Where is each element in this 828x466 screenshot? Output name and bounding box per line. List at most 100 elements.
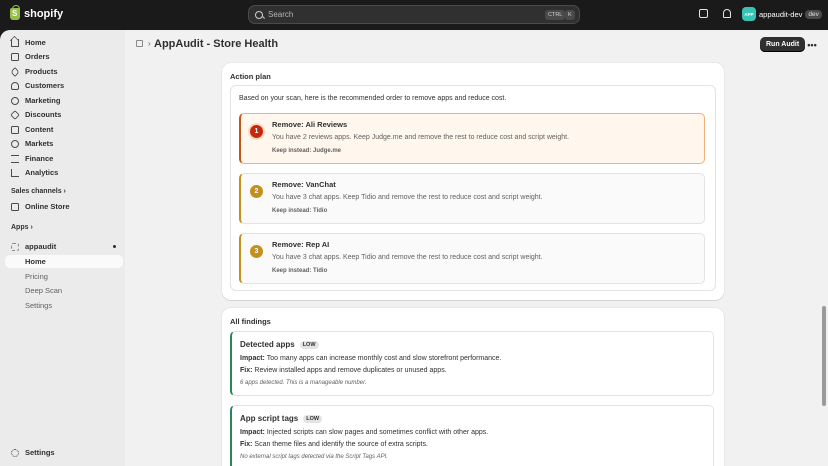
sidebar-item-label: Products [25, 67, 58, 76]
sidebar-item-label: Settings [25, 448, 55, 457]
store-icon [11, 202, 19, 211]
sidebar-item-markets[interactable]: Markets [5, 137, 123, 150]
action-plan-title: Action plan [230, 72, 271, 81]
sidebar-subitem-settings[interactable]: Settings [5, 299, 123, 312]
severity-badge: LOW [299, 340, 319, 349]
store-switcher[interactable]: APP appaudit-dev dev [742, 7, 822, 21]
search-icon [255, 10, 263, 19]
target-icon [11, 96, 19, 105]
orders-icon [11, 52, 19, 61]
action-plan-box: Based on your scan, here is the recommen… [230, 85, 716, 291]
gear-icon [11, 448, 19, 457]
search-placeholder: Search [268, 10, 294, 19]
step-keep-instead: Keep instead: Judge.me [272, 148, 342, 154]
sidebar-item-label: Marketing [25, 96, 61, 105]
person-icon [11, 81, 19, 90]
all-findings-title: All findings [230, 317, 271, 326]
step-title: Remove: VanChat [272, 180, 336, 189]
impact-label: Impact: [240, 429, 265, 436]
breadcrumb-separator: › [148, 39, 151, 48]
run-audit-button[interactable]: Run Audit [760, 37, 806, 52]
all-findings-card: All findings Detected apps LOW Impact: T… [222, 308, 724, 466]
finding-title-row: Detected apps LOW [240, 340, 319, 349]
impact-label: Impact: [240, 355, 265, 362]
more-actions-button[interactable]: ••• [805, 37, 819, 52]
sidebar-item-appaudit[interactable]: appaudit [5, 240, 123, 253]
sidebar-item-home[interactable]: Home [5, 36, 123, 49]
action-step: 3 Remove: Rep AI You have 3 chat apps. K… [239, 233, 705, 284]
severity-badge: LOW [303, 414, 323, 423]
breadcrumb: › [136, 39, 151, 48]
sidebar-subitem-pricing[interactable]: Pricing [5, 270, 123, 283]
finding-item: Detected apps LOW Impact: Too many apps … [230, 331, 714, 396]
sidebar-item-label: Customers [25, 81, 65, 90]
sidebar-item-label: Orders [25, 52, 50, 61]
main-content: › AppAudit - Store Health Run Audit ••• … [125, 30, 821, 466]
sidebar-item-orders[interactable]: Orders [5, 50, 123, 63]
globe-icon [11, 139, 19, 148]
image-icon [11, 125, 19, 134]
sidebar-item-label: Content [25, 125, 54, 134]
shopify-logo[interactable]: shopify [10, 5, 64, 20]
impact-text: Too many apps can increase monthly cost … [266, 355, 502, 362]
app-breadcrumb-icon[interactable] [136, 40, 143, 47]
action-step: 2 Remove: VanChat You have 3 chat apps. … [239, 173, 705, 224]
finding-impact: Impact: Injected scripts can slow pages … [240, 429, 488, 436]
sidebar-item-label: appaudit [25, 242, 57, 251]
sidebar-subitem-deep-scan[interactable]: Deep Scan [5, 284, 123, 297]
finding-fix: Fix: Scan theme files and identify the s… [240, 441, 428, 448]
finding-item: App script tags LOW Impact: Injected scr… [230, 405, 714, 466]
sidebar-item-marketing[interactable]: Marketing [5, 94, 123, 107]
brand-name: shopify [24, 8, 64, 20]
step-number-badge: 2 [250, 185, 263, 198]
scrollbar-thumb[interactable] [822, 306, 826, 406]
sidebar-item-products[interactable]: Products [5, 65, 123, 78]
avatar: APP [742, 7, 756, 21]
fix-text: Scan theme files and identify the source… [254, 441, 428, 448]
bank-icon [11, 154, 19, 163]
finding-title: Detected apps [240, 340, 295, 349]
fix-label: Fix: [240, 441, 253, 448]
bell-icon[interactable] [723, 9, 731, 18]
step-number-badge: 1 [250, 125, 263, 138]
finding-note: 6 apps detected. This is a manageable nu… [240, 380, 367, 386]
search-input[interactable]: Search CTRL K [248, 5, 580, 24]
tag-icon [10, 66, 20, 77]
step-description: You have 3 chat apps. Keep Tidio and rem… [272, 194, 543, 201]
finding-note: No external script tags detected via the… [240, 454, 388, 460]
finding-fix: Fix: Review installed apps and remove du… [240, 367, 447, 374]
sidebar: Home Orders Products Customers Marketing… [0, 30, 125, 466]
sidebar-item-online-store[interactable]: Online Store [5, 200, 123, 213]
sidebar-item-discounts[interactable]: Discounts [5, 108, 123, 121]
sidebar-item-analytics[interactable]: Analytics [5, 166, 123, 179]
sidebar-item-customers[interactable]: Customers [5, 79, 123, 92]
step-keep-instead: Keep instead: Tidio [272, 268, 328, 274]
kbd-ctrl: CTRL [545, 10, 566, 20]
pin-dot-icon [113, 245, 116, 248]
store-name: appaudit-dev [759, 9, 803, 19]
sidebar-item-settings[interactable]: Settings [5, 446, 123, 459]
sidebar-item-label: Home [25, 38, 46, 47]
sidebar-item-label: Online Store [25, 202, 70, 211]
sidebar-item-label: Discounts [25, 110, 62, 119]
sidebar-item-label: Finance [25, 154, 54, 163]
discount-icon [10, 109, 20, 120]
app-icon [11, 242, 19, 251]
page-title: AppAudit - Store Health [154, 38, 279, 50]
finding-impact: Impact: Too many apps can increase month… [240, 355, 501, 362]
action-step: 1 Remove: Ali Reviews You have 2 reviews… [239, 113, 705, 164]
sales-channels-heading[interactable]: Sales channels › [11, 188, 66, 195]
action-plan-card: Action plan Based on your scan, here is … [222, 63, 724, 300]
step-title: Remove: Ali Reviews [272, 120, 348, 129]
shopify-bag-icon [10, 5, 20, 20]
sidebar-item-finance[interactable]: Finance [5, 152, 123, 165]
apps-heading[interactable]: Apps › [11, 224, 33, 231]
kbd-k: K [565, 10, 575, 20]
finding-title-row: App script tags LOW [240, 414, 323, 423]
home-icon [11, 38, 19, 47]
step-number-badge: 3 [250, 245, 263, 258]
sidebar-subitem-home[interactable]: Home [5, 255, 123, 268]
inbox-icon[interactable] [699, 9, 708, 18]
sidebar-item-content[interactable]: Content [5, 123, 123, 136]
step-keep-instead: Keep instead: Tidio [272, 208, 328, 214]
